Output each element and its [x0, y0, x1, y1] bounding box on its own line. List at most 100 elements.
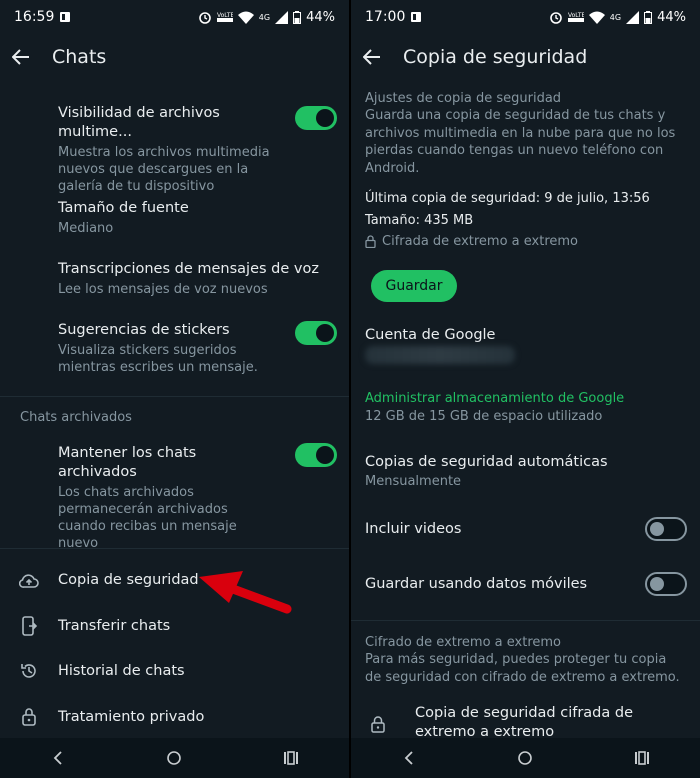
settings-heading: Ajustes de copia de seguridad	[365, 91, 562, 106]
volte-icon: VoLTE	[567, 12, 584, 22]
nav-home-icon[interactable]	[505, 743, 545, 773]
e2e-description: Para más seguridad, puedes proteger tu c…	[365, 652, 680, 685]
settings-description: Guarda una copia de seguridad de tus cha…	[365, 108, 676, 176]
setting-title: Visibilidad de archivos multime...	[58, 105, 220, 140]
voice-transcription-setting[interactable]: Transcripciones de mensajes de voz Lee l…	[58, 260, 339, 298]
nav-label: Historial de chats	[58, 663, 185, 679]
nav-recents-icon[interactable]	[622, 743, 662, 773]
status-time: 17:00	[365, 9, 406, 25]
volte-icon: VoLTE	[216, 12, 233, 22]
divider	[351, 620, 700, 621]
alarm-icon	[198, 12, 211, 24]
e2e-section: Cifrado de extremo a extremo Para más se…	[365, 634, 686, 686]
auto-backup-setting[interactable]: Copias de seguridad automáticas Mensualm…	[365, 453, 686, 491]
toggle-knob	[650, 522, 664, 536]
archived-section-header: Chats archivados	[20, 410, 132, 425]
system-navigation-bar	[0, 738, 349, 778]
svg-text:VoLTE: VoLTE	[217, 12, 233, 19]
setting-title: Tamaño de fuente	[58, 200, 189, 216]
wifi-icon	[588, 11, 605, 24]
app-bar: Copia de seguridad	[351, 34, 700, 80]
nav-back-icon[interactable]	[38, 743, 78, 773]
include-videos-toggle[interactable]	[645, 517, 687, 541]
back-arrow-icon[interactable]	[12, 46, 34, 68]
backup-settings-screen: 17:00 VoLTE 4G 44% Copia de seguridad Aj…	[351, 0, 700, 778]
app-bar: Chats	[0, 34, 349, 80]
nav-label: Copia de seguridad	[58, 572, 199, 588]
toggle-knob	[316, 109, 334, 127]
battery-level: 44%	[657, 9, 686, 25]
setting-subtitle: Visualiza stickers sugeridos mientras es…	[58, 343, 258, 375]
battery-level: 44%	[306, 9, 335, 25]
toggle-knob	[650, 577, 664, 591]
media-visibility-setting[interactable]: Visibilidad de archivos multime... Muest…	[58, 104, 279, 195]
signal-icon	[275, 10, 289, 24]
nav-home-icon[interactable]	[154, 743, 194, 773]
transfer-chats-row[interactable]: Transferir chats	[0, 606, 349, 646]
setting-subtitle: Muestra los archivos multimedia nuevos q…	[58, 145, 270, 194]
backup-size: Tamaño: 435 MB	[365, 213, 474, 228]
nav-label: Transferir chats	[58, 618, 171, 634]
e2e-heading: Cifrado de extremo a extremo	[365, 635, 561, 650]
red-arrow-annotation	[199, 571, 292, 614]
network-type: 4G	[609, 12, 622, 22]
sticker-suggestions-setting[interactable]: Sugerencias de stickers Visualiza sticke…	[58, 321, 279, 376]
divider	[0, 396, 349, 397]
battery-icon	[293, 10, 302, 24]
private-processing-row[interactable]: Tratamiento privado	[0, 697, 349, 737]
toggle-knob	[316, 446, 334, 464]
setting-title: Transcripciones de mensajes de voz	[58, 261, 319, 277]
keep-archived-setting[interactable]: Mantener los chats archivados Los chats …	[58, 444, 279, 552]
nav-back-icon[interactable]	[389, 743, 429, 773]
font-size-setting[interactable]: Tamaño de fuente Mediano	[58, 199, 279, 237]
last-backup: Última copia de seguridad: 9 de julio, 1…	[365, 191, 650, 206]
save-button[interactable]: Guardar	[371, 270, 457, 302]
page-title: Copia de seguridad	[403, 46, 588, 68]
svg-text:VoLTE: VoLTE	[568, 12, 584, 19]
alarm-icon	[549, 12, 562, 24]
page-title: Chats	[52, 46, 107, 68]
phone-transfer-icon	[18, 615, 40, 637]
e2e-backup-item[interactable]: Copia de seguridad cifrada de extremo a …	[415, 704, 690, 742]
status-bar: 16:59 VoLTE 4G 44%	[0, 0, 349, 34]
setting-title: Copias de seguridad automáticas	[365, 454, 608, 470]
network-type: 4G	[258, 12, 271, 22]
backup-settings-block: Ajustes de copia de seguridad Guarda una…	[365, 90, 686, 177]
chats-settings-screen: 16:59 VoLTE 4G 44% Chats Visibilidad de …	[0, 0, 349, 778]
setting-subtitle: Mensualmente	[365, 474, 462, 489]
history-icon	[18, 660, 40, 682]
keep-archived-toggle[interactable]	[295, 443, 337, 467]
manage-storage-link[interactable]: Administrar almacenamiento de Google	[365, 391, 686, 406]
mobile-data-label: Guardar usando datos móviles	[365, 576, 588, 592]
google-account-title[interactable]: Cuenta de Google	[365, 327, 686, 343]
setting-title: Mantener los chats archivados	[58, 445, 197, 480]
divider	[0, 548, 349, 549]
nav-recents-icon[interactable]	[271, 743, 311, 773]
setting-subtitle: Los chats archivados permanecerán archiv…	[58, 485, 237, 551]
sticker-suggestions-toggle[interactable]	[295, 321, 337, 345]
storage-used: 12 GB de 15 GB de espacio utilizado	[365, 409, 603, 424]
battery-icon	[644, 10, 653, 24]
status-bar: 17:00 VoLTE 4G 44%	[351, 0, 700, 34]
include-videos-label: Incluir videos	[365, 521, 462, 537]
encryption-note: Cifrada de extremo a extremo	[365, 234, 686, 249]
system-navigation-bar	[351, 738, 700, 778]
blurred-account-email	[365, 346, 515, 364]
status-time: 16:59	[14, 9, 55, 25]
chat-history-row[interactable]: Historial de chats	[0, 651, 349, 691]
signal-icon	[626, 10, 640, 24]
backup-row[interactable]: Copia de seguridad	[0, 560, 349, 600]
setting-subtitle: Mediano	[58, 221, 114, 236]
mobile-data-toggle[interactable]	[645, 572, 687, 596]
lock-icon	[365, 235, 376, 248]
e2e-lock-icon	[371, 716, 389, 737]
lock-phone-icon	[18, 706, 40, 728]
notification-icon	[411, 12, 422, 22]
setting-subtitle: Lee los mensajes de voz nuevos	[58, 282, 268, 297]
notification-icon	[60, 12, 71, 22]
cloud-upload-icon	[18, 569, 40, 591]
back-arrow-icon[interactable]	[363, 46, 385, 68]
nav-label: Tratamiento privado	[58, 709, 205, 725]
screenshot-pair: 16:59 VoLTE 4G 44% Chats Visibilidad de …	[0, 0, 700, 778]
media-visibility-toggle[interactable]	[295, 106, 337, 130]
